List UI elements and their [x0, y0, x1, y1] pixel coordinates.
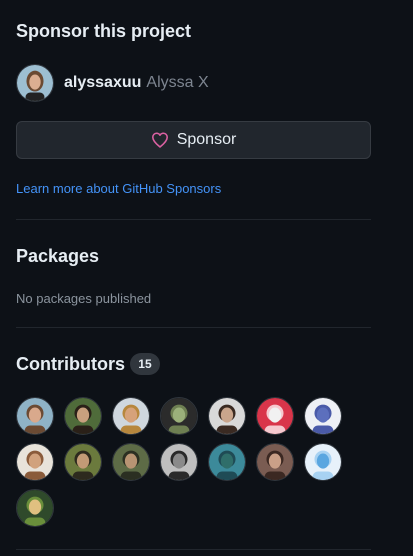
divider	[16, 219, 371, 220]
contributor-avatar-image	[161, 398, 197, 434]
contributors-avatar-list	[16, 397, 356, 527]
contributor-avatar[interactable]	[16, 489, 54, 527]
contributor-avatar-image	[257, 444, 293, 480]
contributor-avatar[interactable]	[112, 443, 150, 481]
contributor-avatar[interactable]	[256, 397, 294, 435]
contributor-avatar-image	[113, 444, 149, 480]
contributor-avatar[interactable]	[64, 397, 102, 435]
contributor-avatar[interactable]	[304, 397, 342, 435]
contributor-avatar-image	[17, 490, 53, 526]
contributor-avatar-image	[209, 444, 245, 480]
contributor-avatar[interactable]	[112, 397, 150, 435]
maintainer-name: Alyssa X	[146, 74, 209, 91]
contributor-avatar-image	[305, 444, 341, 480]
divider	[16, 549, 371, 550]
contributors-heading[interactable]: Contributors 15	[16, 353, 160, 375]
contributor-avatar[interactable]	[16, 443, 54, 481]
contributor-avatar-image	[305, 398, 341, 434]
maintainer-avatar-image	[17, 65, 53, 101]
contributor-avatar-image	[209, 398, 245, 434]
divider	[16, 327, 371, 328]
maintainer-avatar[interactable]	[16, 64, 54, 102]
sponsor-button[interactable]: Sponsor	[16, 121, 371, 159]
contributor-avatar[interactable]	[208, 443, 246, 481]
packages-heading[interactable]: Packages	[16, 245, 99, 267]
heart-icon	[151, 131, 169, 149]
contributor-avatar-image	[161, 444, 197, 480]
contributor-avatar-image	[65, 444, 101, 480]
contributor-avatar[interactable]	[256, 443, 294, 481]
no-packages-text: No packages published	[16, 291, 152, 306]
contributors-count-badge: 15	[129, 353, 160, 375]
sponsor-heading: Sponsor this project	[16, 21, 192, 41]
contributor-avatar-image	[65, 398, 101, 434]
contributor-avatar[interactable]	[160, 443, 198, 481]
contributor-avatar-image	[17, 444, 53, 480]
contributor-avatar[interactable]	[304, 443, 342, 481]
learn-more-sponsors-link[interactable]: Learn more about GitHub Sponsors	[16, 181, 221, 196]
maintainer-login[interactable]: alyssaxuu	[64, 74, 141, 92]
contributor-avatar-image	[113, 398, 149, 434]
contributor-avatar[interactable]	[64, 443, 102, 481]
contributors-title[interactable]: Contributors	[16, 353, 125, 375]
sponsor-button-label: Sponsor	[176, 131, 237, 148]
contributor-avatar[interactable]	[208, 397, 246, 435]
contributor-avatar-image	[257, 398, 293, 434]
maintainer[interactable]: alyssaxuu Alyssa X	[16, 63, 209, 103]
contributor-avatar[interactable]	[16, 397, 54, 435]
contributor-avatar-image	[17, 398, 53, 434]
contributor-avatar[interactable]	[160, 397, 198, 435]
